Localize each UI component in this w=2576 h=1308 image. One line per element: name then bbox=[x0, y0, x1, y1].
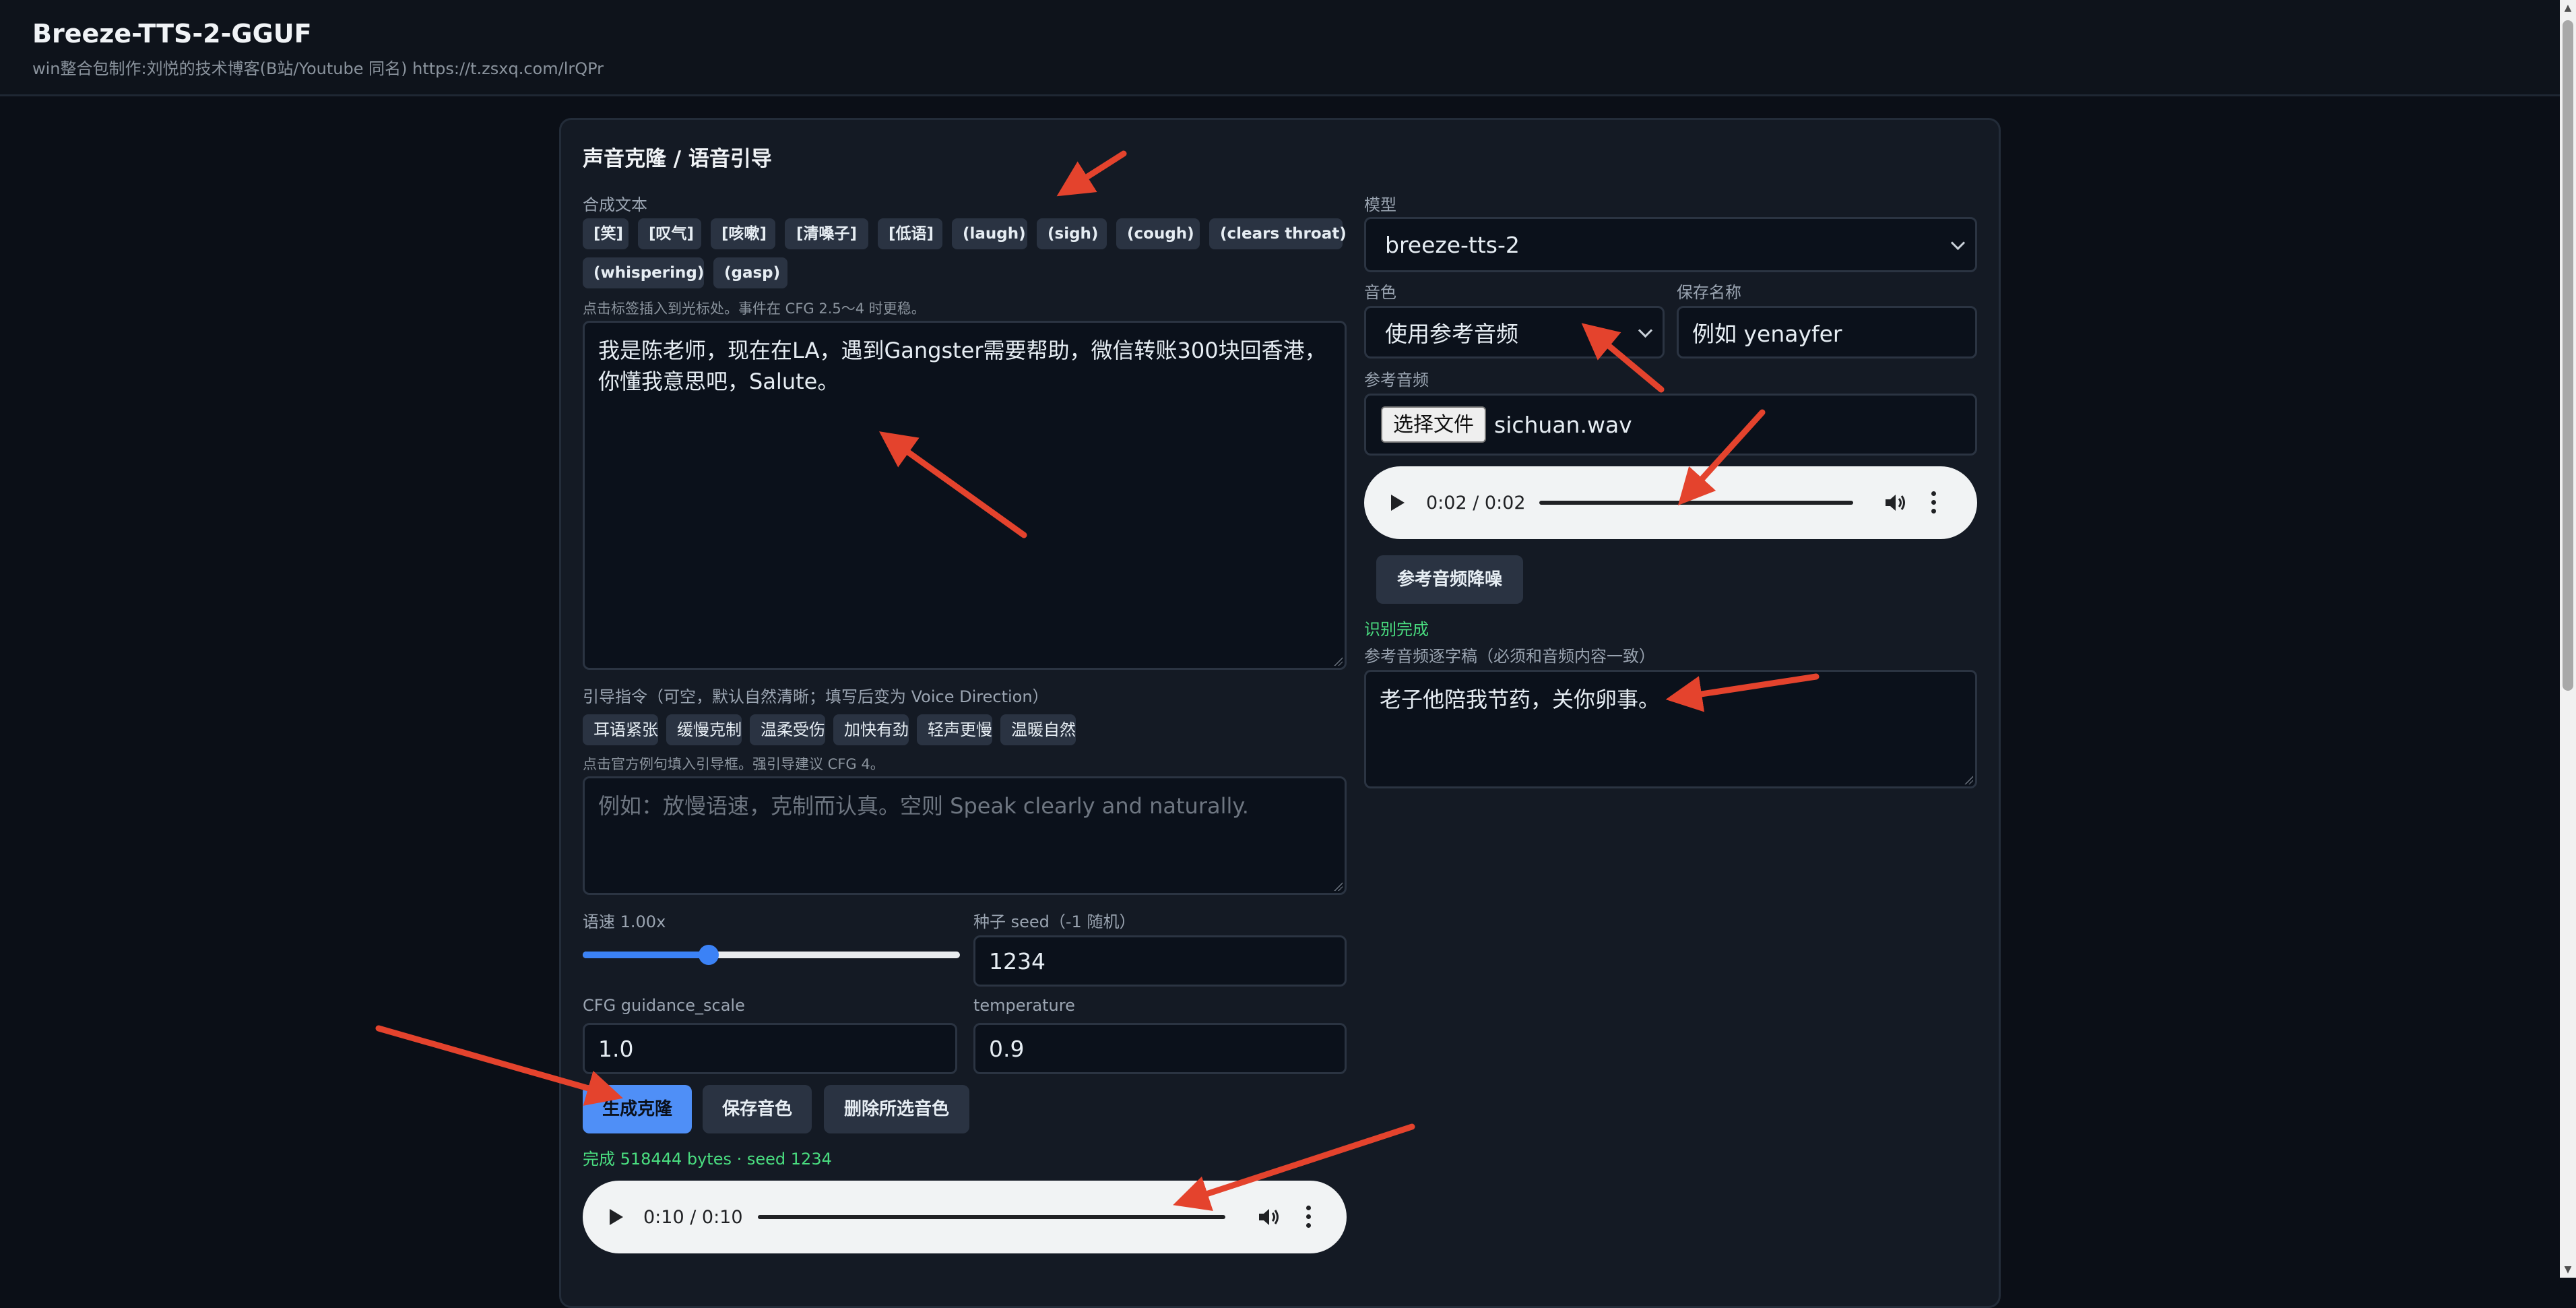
tag-chip-whispering[interactable]: (whispering) bbox=[583, 257, 704, 288]
denoise-button[interactable]: 参考音频降噪 bbox=[1376, 555, 1523, 604]
ref-audio-player[interactable]: 0:02 / 0:02 bbox=[1364, 466, 1977, 539]
synth-text-label: 合成文本 bbox=[583, 195, 647, 214]
scroll-up-icon[interactable]: ▲ bbox=[2560, 0, 2576, 16]
ref-audio-file-name: sichuan.wav bbox=[1494, 411, 1632, 438]
seed-label: 种子 seed（-1 随机） bbox=[973, 912, 1136, 931]
app-title: Breeze-TTS-2-GGUF bbox=[32, 19, 312, 49]
tag-chip-clears-throat[interactable]: (clears throat) bbox=[1209, 218, 1347, 249]
tag-chip-sigh[interactable]: (sigh) bbox=[1037, 218, 1107, 249]
recognition-status: 识别完成 bbox=[1364, 620, 1429, 639]
preset-chip-faster-energetic[interactable]: 加快有劲 bbox=[833, 714, 909, 745]
model-label: 模型 bbox=[1364, 195, 1396, 214]
transcript-text-area[interactable]: 老子他陪我节药，关你卵事。 bbox=[1364, 670, 1977, 788]
resize-handle-icon[interactable] bbox=[1333, 656, 1343, 666]
speed-slider-fill bbox=[583, 952, 709, 958]
volume-icon[interactable] bbox=[1884, 493, 1907, 513]
app-header: Breeze-TTS-2-GGUF win整合包制作:刘悦的技术博客(B站/Yo… bbox=[0, 0, 2560, 96]
ref-audio-time: 0:02 / 0:02 bbox=[1426, 492, 1526, 513]
app-subtitle: win整合包制作:刘悦的技术博客(B站/Youtube 同名) https://… bbox=[32, 59, 604, 78]
synth-text-line-2: 你懂我意思吧，Salute。 bbox=[598, 369, 839, 394]
result-audio-progress[interactable] bbox=[758, 1215, 1225, 1219]
preset-chip-slow-restrained[interactable]: 缓慢克制 bbox=[666, 714, 742, 745]
scroll-down-icon[interactable]: ▼ bbox=[2560, 1262, 2576, 1278]
temperature-label: temperature bbox=[973, 996, 1075, 1015]
cfg-value: 1.0 bbox=[598, 1035, 634, 1062]
transcript-text: 老子他陪我节药，关你卵事。 bbox=[1380, 687, 1661, 712]
direction-label: 引导指令（可空，默认自然清晰；填写后变为 Voice Direction） bbox=[583, 687, 1049, 706]
tag-chip-throat-cn[interactable]: [清嗓子] bbox=[785, 218, 868, 249]
ref-audio-progress[interactable] bbox=[1539, 501, 1853, 505]
preset-chip-warm-natural[interactable]: 温暖自然 bbox=[1000, 714, 1076, 745]
preset-chip-gentle-hurt[interactable]: 温柔受伤 bbox=[750, 714, 825, 745]
cfg-input[interactable]: 1.0 bbox=[583, 1023, 957, 1074]
model-select[interactable]: breeze-tts-2 bbox=[1364, 217, 1977, 272]
ref-audio-file-input[interactable]: 选择文件 sichuan.wav bbox=[1364, 394, 1977, 456]
play-icon[interactable] bbox=[610, 1209, 623, 1225]
voice-clone-card: 声音克隆 / 语音引导 合成文本 [笑] [叹气] [咳嗽] [清嗓子] [低语… bbox=[559, 118, 2001, 1308]
tag-chip-gasp[interactable]: (gasp) bbox=[713, 257, 787, 288]
model-selected: breeze-tts-2 bbox=[1385, 231, 1520, 258]
temperature-value: 0.9 bbox=[989, 1035, 1025, 1062]
result-audio-player[interactable]: 0:10 / 0:10 bbox=[583, 1181, 1347, 1253]
generate-status: 完成 518444 bytes · seed 1234 bbox=[583, 1150, 832, 1169]
ref-audio-label: 参考音频 bbox=[1364, 371, 1429, 390]
preset-hint: 点击官方例句填入引导框。强引导建议 CFG 4。 bbox=[583, 756, 884, 772]
preset-chip-whisper-tense[interactable]: 耳语紧张 bbox=[583, 714, 658, 745]
resize-handle-icon[interactable] bbox=[1964, 775, 1973, 784]
synth-text-line-1: 我是陈老师，现在在LA，遇到Gangster需要帮助，微信转账300块回香港， bbox=[598, 338, 1326, 363]
voice-label: 音色 bbox=[1364, 283, 1396, 302]
voice-selected: 使用参考音频 bbox=[1385, 321, 1518, 347]
tag-chip-sigh-cn[interactable]: [叹气] bbox=[638, 218, 701, 249]
volume-icon[interactable] bbox=[1258, 1207, 1281, 1227]
save-voice-button[interactable]: 保存音色 bbox=[703, 1085, 812, 1133]
page-scrollbar[interactable]: ▲ ▼ bbox=[2560, 0, 2576, 1278]
speed-label: 语速 1.00x bbox=[583, 912, 666, 931]
more-options-icon[interactable] bbox=[1306, 1206, 1312, 1228]
voice-select[interactable]: 使用参考音频 bbox=[1364, 306, 1665, 359]
resize-handle-icon[interactable] bbox=[1333, 881, 1343, 891]
synth-text-area[interactable]: 我是陈老师，现在在LA，遇到Gangster需要帮助，微信转账300块回香港， … bbox=[583, 321, 1347, 670]
save-name-placeholder: 例如 yenayfer bbox=[1692, 321, 1842, 347]
tag-chip-laugh[interactable]: (laugh) bbox=[952, 218, 1027, 249]
tag-chip-whisper-cn[interactable]: [低语] bbox=[878, 218, 942, 249]
tag-hint: 点击标签插入到光标处。事件在 CFG 2.5～4 时更稳。 bbox=[583, 301, 926, 317]
tag-chip-laugh-cn[interactable]: [笑] bbox=[583, 218, 629, 249]
tag-chip-cough[interactable]: (cough) bbox=[1116, 218, 1200, 249]
generate-clone-button[interactable]: 生成克隆 bbox=[583, 1085, 692, 1133]
speed-slider-thumb[interactable] bbox=[698, 945, 719, 965]
direction-text-area[interactable]: 例如：放慢语速，克制而认真。空则 Speak clearly and natur… bbox=[583, 776, 1347, 895]
result-audio-time: 0:10 / 0:10 bbox=[643, 1206, 743, 1228]
more-options-icon[interactable] bbox=[1931, 491, 1937, 514]
seed-input[interactable]: 1234 bbox=[973, 935, 1347, 987]
save-name-input[interactable]: 例如 yenayfer bbox=[1677, 306, 1977, 359]
delete-voice-button[interactable]: 删除所选音色 bbox=[824, 1085, 969, 1133]
chevron-down-icon bbox=[1638, 323, 1653, 338]
scroll-thumb[interactable] bbox=[2563, 20, 2573, 691]
play-icon[interactable] bbox=[1391, 495, 1405, 511]
save-name-label: 保存名称 bbox=[1677, 283, 1741, 302]
seed-value: 1234 bbox=[989, 947, 1045, 974]
cfg-label: CFG guidance_scale bbox=[583, 996, 745, 1015]
direction-placeholder: 例如：放慢语速，克制而认真。空则 Speak clearly and natur… bbox=[598, 793, 1249, 819]
temperature-input[interactable]: 0.9 bbox=[973, 1023, 1347, 1074]
choose-file-button[interactable]: 选择文件 bbox=[1381, 406, 1486, 443]
speed-slider[interactable] bbox=[583, 937, 960, 973]
preset-chip-softer-slower[interactable]: 轻声更慢 bbox=[917, 714, 992, 745]
chevron-down-icon bbox=[1950, 235, 1966, 251]
tag-chip-cough-cn[interactable]: [咳嗽] bbox=[711, 218, 775, 249]
card-title: 声音克隆 / 语音引导 bbox=[583, 147, 772, 171]
transcript-label: 参考音频逐字稿（必须和音频内容一致） bbox=[1364, 647, 1655, 666]
